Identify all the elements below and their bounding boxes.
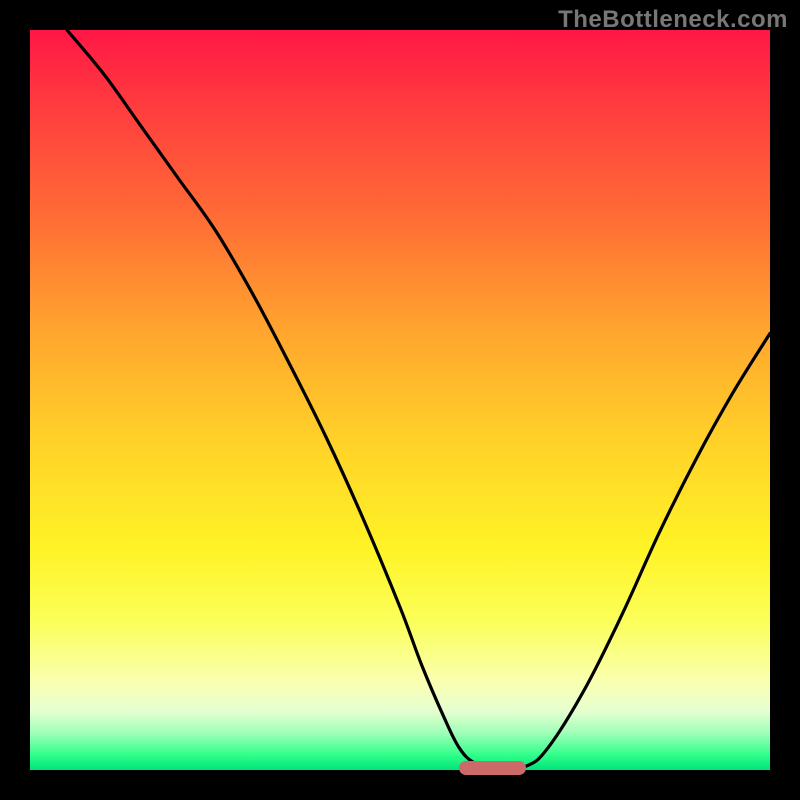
optimal-range-marker <box>459 761 526 775</box>
chart-frame: TheBottleneck.com <box>0 0 800 800</box>
curve-layer <box>30 30 770 770</box>
bottleneck-curve <box>67 30 770 770</box>
plot-area <box>30 30 770 770</box>
